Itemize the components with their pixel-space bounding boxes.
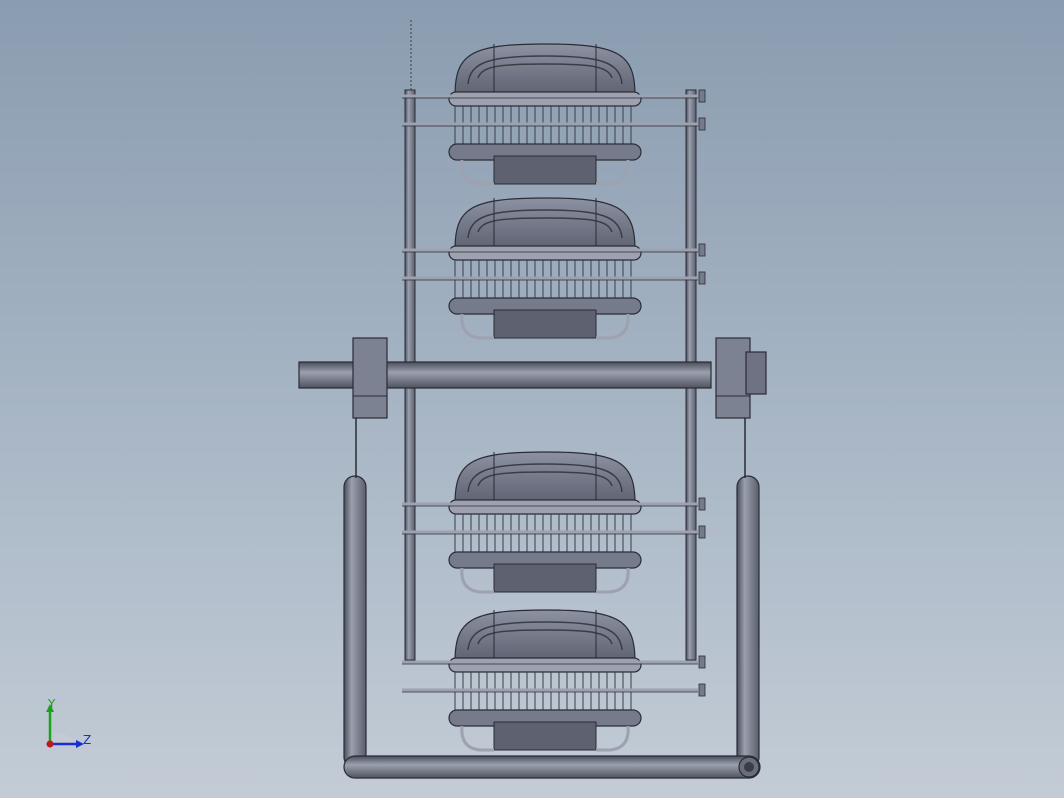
basket-top (402, 43, 706, 186)
frame-leg-right (736, 475, 760, 769)
basket-upper-middle (402, 197, 706, 340)
basket-group (402, 43, 706, 752)
axle-nut (745, 351, 767, 395)
z-axis-label: Z (83, 733, 92, 747)
graphics-viewport[interactable]: Y Z (0, 0, 1064, 798)
y-axis-label: Y (48, 697, 56, 711)
basket-bottom (402, 609, 706, 752)
bearing-block-left (352, 337, 388, 419)
cad-model-view[interactable] (0, 0, 1064, 798)
axis-triad-icon (46, 704, 84, 748)
bearing-block-right (715, 337, 751, 419)
frame-leg-left (343, 475, 367, 769)
base-tube (343, 755, 761, 779)
basket-lower-middle (402, 451, 706, 594)
axis-triad: Y Z (36, 696, 106, 758)
